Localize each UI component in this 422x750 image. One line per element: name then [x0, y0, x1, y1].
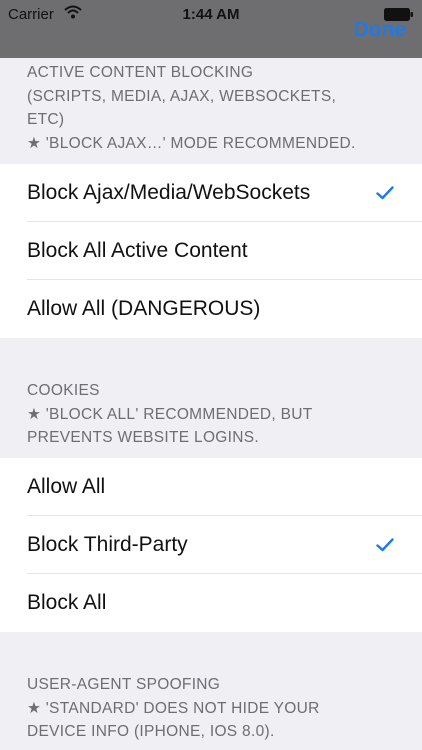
- option-label: Block All: [27, 591, 107, 614]
- active-content-options: Block Ajax/Media/WebSockets Block All Ac…: [0, 164, 422, 338]
- option-label: Allow All: [27, 475, 106, 498]
- section-header-line: PREVENTS WEBSITE LOGINS.: [27, 429, 259, 446]
- done-button[interactable]: Done: [354, 18, 407, 42]
- section-header-line: ★ 'STANDARD' DOES NOT HIDE YOUR: [27, 699, 320, 717]
- section-header-line: ACTIVE CONTENT BLOCKING: [27, 64, 254, 81]
- navigation-bar: Carrier 1:44 AM Done: [0, 0, 422, 58]
- option-block-all[interactable]: Block All: [0, 574, 422, 632]
- section-header-cookies: COOKIES ★ 'BLOCK ALL' RECOMMENDED, BUT P…: [27, 379, 402, 450]
- section-header-line: ★ 'BLOCK ALL' RECOMMENDED, BUT: [27, 405, 313, 423]
- cookies-options: Allow All Block Third-Party Block All: [0, 458, 422, 632]
- section-header-user-agent-spoofing: USER-AGENT SPOOFING ★ 'STANDARD' DOES NO…: [27, 673, 402, 744]
- checkmark-icon: [376, 186, 394, 200]
- section-header-line: ETC): [27, 111, 65, 128]
- option-block-ajax-media-websockets[interactable]: Block Ajax/Media/WebSockets: [0, 164, 422, 222]
- section-header-line: COOKIES: [27, 382, 100, 399]
- section-header-line: ★ 'BLOCK AJAX…' MODE RECOMMENDED.: [27, 134, 356, 152]
- option-label: Block Ajax/Media/WebSockets: [27, 181, 311, 204]
- option-label: Allow All (DANGEROUS): [27, 297, 261, 320]
- option-label: Block Third-Party: [27, 533, 188, 556]
- option-allow-all-dangerous[interactable]: Allow All (DANGEROUS): [0, 280, 422, 338]
- section-header-line: USER-AGENT SPOOFING: [27, 676, 221, 693]
- option-block-all-active-content[interactable]: Block All Active Content: [0, 222, 422, 280]
- section-header-active-content: ACTIVE CONTENT BLOCKING (SCRIPTS, MEDIA,…: [27, 61, 402, 155]
- option-allow-all[interactable]: Allow All: [0, 458, 422, 516]
- option-block-third-party[interactable]: Block Third-Party: [0, 516, 422, 574]
- option-label: Block All Active Content: [27, 239, 248, 262]
- section-header-line: (SCRIPTS, MEDIA, AJAX, WEBSOCKETS,: [27, 87, 337, 105]
- section-header-line: DEVICE INFO (IPHONE, IOS 8.0).: [27, 723, 275, 740]
- checkmark-icon: [376, 538, 394, 552]
